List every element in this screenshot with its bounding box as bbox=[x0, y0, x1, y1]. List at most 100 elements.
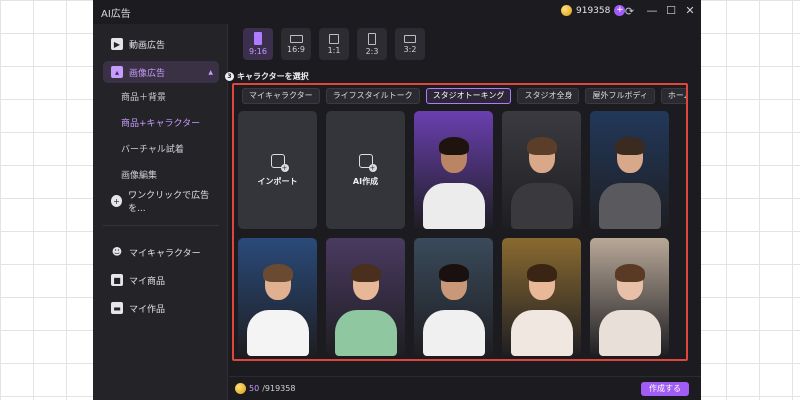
character-body bbox=[598, 183, 661, 229]
character-body bbox=[510, 310, 573, 356]
sidebar-subitem-image-edit[interactable]: 画像編集 bbox=[121, 168, 157, 181]
step-label: キャラクターを選択 bbox=[237, 72, 309, 81]
my-character-icon: ☻ bbox=[111, 246, 123, 258]
character-card[interactable] bbox=[414, 238, 493, 356]
maximize-icon[interactable]: ☐ bbox=[663, 3, 679, 19]
character-picker: マイキャラクター ライフスタイルトーク スタジオトーキング スタジオ全身 屋外フ… bbox=[232, 83, 688, 361]
character-card[interactable] bbox=[238, 238, 317, 356]
character-body bbox=[422, 183, 485, 229]
step-heading: 3 キャラクターを選択 bbox=[225, 71, 309, 82]
character-portrait bbox=[326, 238, 405, 356]
character-category-tabs: マイキャラクター ライフスタイルトーク スタジオトーキング スタジオ全身 屋外フ… bbox=[234, 85, 686, 109]
portrait-ratio-icon bbox=[254, 32, 262, 45]
character-hair bbox=[526, 264, 557, 282]
character-card[interactable] bbox=[414, 111, 493, 229]
ratio-label: 9:16 bbox=[249, 47, 267, 56]
character-hair bbox=[614, 137, 645, 155]
credits-total: /919358 bbox=[262, 384, 296, 393]
main-panel: 9:16 16:9 1:1 2:3 3:2 3 キャラクターを選択 マイキャラク… bbox=[225, 24, 701, 376]
ai-create-label: AI作成 bbox=[352, 176, 379, 186]
character-body bbox=[598, 310, 661, 356]
coin-icon bbox=[235, 383, 246, 394]
character-hair bbox=[526, 137, 557, 155]
step-number-badge: 3 bbox=[225, 72, 234, 81]
my-works-icon: ▬ bbox=[111, 302, 123, 314]
import-card[interactable]: インポート bbox=[238, 111, 317, 229]
ai-create-icon bbox=[358, 153, 377, 172]
refresh-icon[interactable]: ⟳ bbox=[623, 5, 636, 18]
tab-studio-talking[interactable]: スタジオトーキング bbox=[425, 88, 512, 104]
ratio-label: 16:9 bbox=[287, 44, 305, 54]
square-ratio-icon bbox=[329, 33, 339, 44]
sidebar-item-label: マイキャラクター bbox=[129, 248, 201, 259]
character-portrait bbox=[590, 238, 669, 356]
sidebar-subitem-product-background[interactable]: 商品＋背景 bbox=[121, 90, 166, 103]
tab-outdoor-full-body[interactable]: 屋外フルボディ bbox=[585, 88, 655, 104]
sidebar-item-label: マイ商品 bbox=[129, 276, 166, 287]
window-title: AI広告 bbox=[101, 9, 131, 20]
title-bar: AI広告 919358 + ⟳ — ☐ ✕ bbox=[93, 0, 701, 24]
close-icon[interactable]: ✕ bbox=[682, 3, 698, 19]
character-portrait bbox=[238, 238, 317, 356]
character-portrait bbox=[414, 238, 493, 356]
sidebar-item-label: 動画広告 bbox=[129, 40, 166, 51]
character-portrait bbox=[502, 111, 581, 229]
ratio-label: 3:2 bbox=[403, 44, 417, 54]
character-card[interactable] bbox=[502, 238, 581, 356]
character-body bbox=[422, 310, 485, 356]
credits-display[interactable]: 919358 + bbox=[561, 5, 626, 16]
footer-bar: 50/919358 作成する bbox=[229, 376, 701, 400]
character-card[interactable] bbox=[326, 238, 405, 356]
one-click-ad-icon: + bbox=[111, 195, 123, 207]
character-hair bbox=[262, 264, 293, 282]
app-window: AI広告 919358 + ⟳ — ☐ ✕ ▶ 動画広告 ▴ 画像広告 ▲ 商品… bbox=[93, 0, 701, 400]
sidebar-item-my-works[interactable]: ▬ マイ作品 bbox=[103, 297, 219, 319]
import-label: インポート bbox=[257, 176, 298, 186]
create-button[interactable]: 作成する bbox=[641, 382, 689, 396]
character-body bbox=[334, 310, 397, 356]
tab-studio-full-body[interactable]: スタジオ全身 bbox=[517, 88, 580, 104]
sidebar-subitem-virtual-tryon[interactable]: バーチャル試着 bbox=[121, 142, 184, 155]
tab-home-full-body[interactable]: ホームフルボディ bbox=[660, 88, 686, 104]
character-portrait bbox=[502, 238, 581, 356]
import-icon bbox=[270, 153, 289, 172]
character-card[interactable] bbox=[590, 238, 669, 356]
sidebar: ▶ 動画広告 ▴ 画像広告 ▲ 商品＋背景 商品+キャラクター バーチャル試着 … bbox=[93, 24, 228, 400]
character-hair bbox=[438, 137, 469, 155]
sidebar-item-video-ad[interactable]: ▶ 動画広告 bbox=[103, 33, 219, 55]
sidebar-item-my-products[interactable]: ■ マイ商品 bbox=[103, 269, 219, 291]
image-ad-icon: ▴ bbox=[111, 66, 123, 78]
ratio-2-3-button[interactable]: 2:3 bbox=[357, 28, 387, 60]
chevron-up-icon: ▲ bbox=[208, 68, 213, 76]
character-card[interactable] bbox=[502, 111, 581, 229]
sidebar-item-my-character[interactable]: ☻ マイキャラクター bbox=[103, 241, 219, 263]
character-hair bbox=[614, 264, 645, 282]
ratio-9-16-button[interactable]: 9:16 bbox=[243, 28, 273, 60]
ratio-3-2-button[interactable]: 3:2 bbox=[395, 28, 425, 60]
sidebar-item-image-ad[interactable]: ▴ 画像広告 ▲ bbox=[103, 61, 219, 83]
landscape-ratio-icon bbox=[289, 34, 303, 43]
character-card[interactable] bbox=[590, 111, 669, 229]
minimize-icon[interactable]: — bbox=[644, 3, 660, 19]
sidebar-item-one-click-ad[interactable]: + ワンクリックで広告を... bbox=[103, 190, 219, 214]
ratio-label: 2:3 bbox=[365, 46, 379, 56]
credits-used: 50 bbox=[249, 384, 260, 393]
my-products-icon: ■ bbox=[111, 274, 123, 286]
character-portrait bbox=[590, 111, 669, 229]
tab-my-character[interactable]: マイキャラクター bbox=[242, 88, 320, 104]
character-portrait bbox=[414, 111, 493, 229]
ratio-16-9-button[interactable]: 16:9 bbox=[281, 28, 311, 60]
video-ad-icon: ▶ bbox=[111, 38, 123, 50]
coin-icon bbox=[561, 5, 572, 16]
footer-credits: 50/919358 bbox=[235, 383, 295, 394]
sidebar-item-label: マイ作品 bbox=[129, 304, 166, 315]
landscape-ratio-icon bbox=[404, 34, 416, 43]
ai-create-card[interactable]: AI作成 bbox=[326, 111, 405, 229]
sidebar-divider bbox=[103, 225, 219, 226]
ratio-1-1-button[interactable]: 1:1 bbox=[319, 28, 349, 60]
character-body bbox=[510, 183, 573, 229]
tab-lifestyle-talk[interactable]: ライフスタイルトーク bbox=[325, 88, 420, 104]
ratio-label: 1:1 bbox=[327, 45, 341, 55]
sidebar-subitem-product-character[interactable]: 商品+キャラクター bbox=[121, 116, 200, 129]
character-body bbox=[246, 310, 309, 356]
